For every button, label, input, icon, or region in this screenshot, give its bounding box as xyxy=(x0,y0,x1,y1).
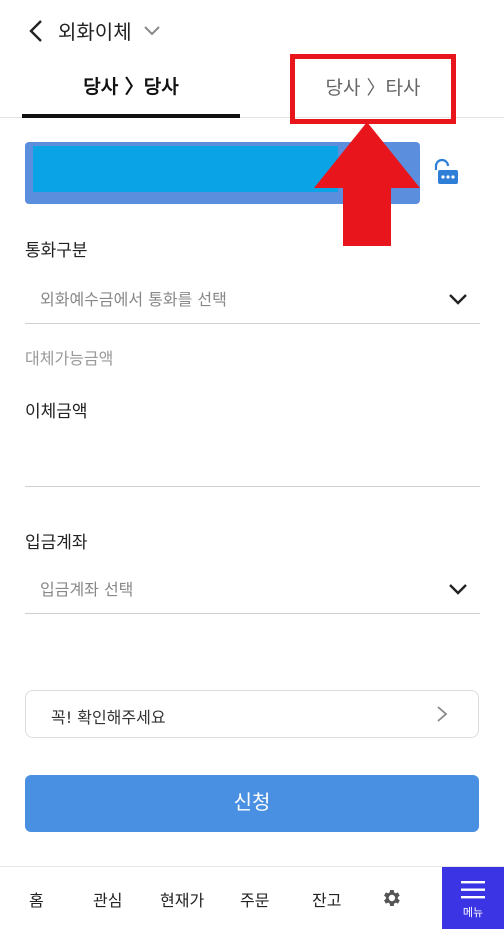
amount-input[interactable] xyxy=(25,486,480,487)
currency-label: 통화구분 xyxy=(25,241,88,261)
back-icon[interactable] xyxy=(26,17,48,45)
menu-button[interactable]: 메뉴 xyxy=(442,867,504,929)
nav-balance[interactable]: 잔고 xyxy=(312,887,341,911)
deposit-account-select[interactable]: 입금계좌 선택 xyxy=(25,564,480,614)
notice-button[interactable]: 꼭! 확인해주세요 xyxy=(25,690,479,738)
submit-button[interactable]: 신청 xyxy=(25,775,479,832)
gear-icon[interactable] xyxy=(380,887,402,909)
unlock-icon[interactable] xyxy=(430,158,460,186)
nav-home[interactable]: 홈 xyxy=(29,887,44,911)
chevron-down-icon xyxy=(449,584,467,595)
nav-watchlist[interactable]: 관심 xyxy=(93,887,122,911)
app-header: 외화이체 xyxy=(0,0,504,60)
deposit-account-label: 입금계좌 xyxy=(25,533,88,553)
nav-order[interactable]: 주문 xyxy=(240,887,269,911)
nav-current-price[interactable]: 현재가 xyxy=(160,887,204,911)
hamburger-icon xyxy=(461,881,485,899)
currency-placeholder: 외화예수금에서 통화를 선택 xyxy=(40,290,227,309)
menu-label: 메뉴 xyxy=(462,906,484,919)
available-amount-label: 대체가능금액 xyxy=(25,349,114,368)
page-title[interactable]: 외화이체 xyxy=(58,16,132,45)
chevron-down-icon xyxy=(449,294,467,305)
currency-select[interactable]: 외화예수금에서 통화를 선택 xyxy=(25,274,480,324)
tab-internal[interactable]: 당사 〉당사 xyxy=(22,60,240,118)
notice-label: 꼭! 확인해주세요 xyxy=(51,708,166,727)
chevron-right-icon xyxy=(437,706,448,722)
amount-label: 이체금액 xyxy=(25,402,88,422)
chevron-down-icon[interactable] xyxy=(143,24,161,38)
bottom-nav: 홈 관심 현재가 주문 잔고 메뉴 xyxy=(0,866,504,929)
arrow-up-icon xyxy=(314,122,420,246)
deposit-account-placeholder: 입금계좌 선택 xyxy=(40,580,134,599)
account-redaction xyxy=(33,146,338,192)
highlight-annotation xyxy=(290,54,456,124)
